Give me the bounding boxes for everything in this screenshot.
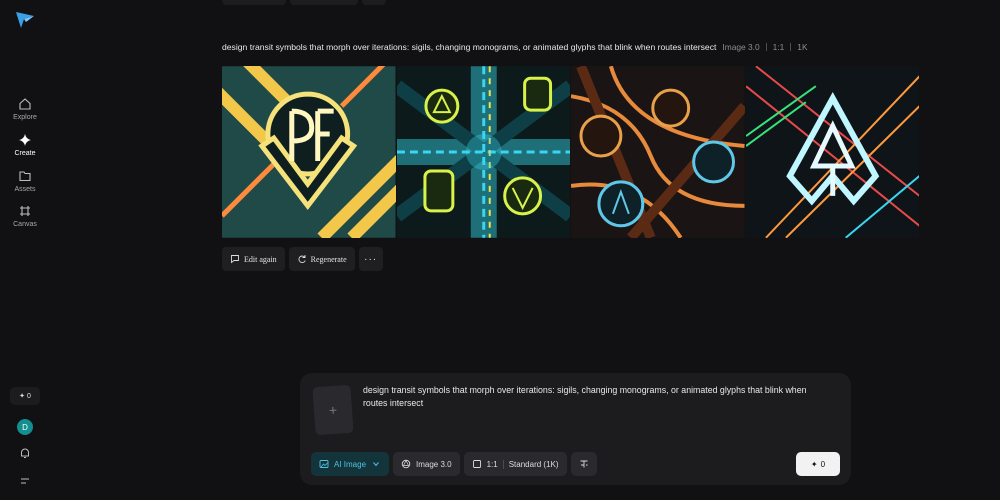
image-icon <box>319 460 329 468</box>
composer-toolbar: AI Image Image 3.0 1:1 Standard (1K) <box>311 452 597 476</box>
generation-resolution: 1K <box>797 42 808 52</box>
generated-images <box>222 66 919 238</box>
cyan-emblem-image <box>745 66 919 238</box>
generation-prompt: design transit symbols that morph over i… <box>222 42 717 52</box>
regenerate-button[interactable]: Regenerate <box>288 247 355 271</box>
generated-image-3[interactable] <box>571 66 745 238</box>
sidebar-item-label: Assets <box>14 186 36 193</box>
sparkle-icon: ✦ <box>810 459 818 469</box>
generation-header: design transit symbols that morph over i… <box>222 42 922 52</box>
generation-actions: Edit again Regenerate ··· <box>222 247 383 271</box>
sidebar-item-label: Create <box>14 150 36 157</box>
prompt-composer: + design transit symbols that morph over… <box>300 373 851 485</box>
sidebar-item-label: Canvas <box>13 221 37 228</box>
generated-image-4[interactable] <box>745 66 919 238</box>
previous-edit-button[interactable] <box>222 0 286 5</box>
quality-label: Standard (1K) <box>508 459 559 469</box>
previous-regenerate-button[interactable] <box>290 0 358 5</box>
mode-label: AI Image <box>334 459 367 469</box>
app: Explore Create Assets Canvas ✦ 0 D desig… <box>0 0 1000 500</box>
glyph-tiles-image <box>571 66 745 238</box>
sidebar: Explore Create Assets Canvas ✦ 0 D <box>0 0 50 500</box>
model-select[interactable]: Image 3.0 <box>393 452 460 476</box>
sidebar-item-canvas[interactable]: Canvas <box>0 204 50 228</box>
brand-logo-icon[interactable] <box>14 10 36 30</box>
sparkle-icon: ✦ <box>19 393 25 400</box>
text-style-button[interactable] <box>570 452 597 476</box>
mode-select[interactable]: AI Image <box>311 452 390 476</box>
home-icon <box>19 98 31 110</box>
regenerate-label: Regenerate <box>310 254 347 264</box>
ratio-label: 1:1 <box>486 459 498 469</box>
previous-more-button[interactable] <box>362 0 386 5</box>
divider <box>790 43 792 51</box>
more-options-button[interactable]: ··· <box>358 247 383 271</box>
prompt-input[interactable]: design transit symbols that morph over i… <box>363 384 833 410</box>
square-icon <box>472 460 481 468</box>
avatar[interactable]: D <box>17 419 33 435</box>
aspect-quality-select[interactable]: 1:1 Standard (1K) <box>463 452 567 476</box>
edit-again-label: Edit again <box>244 254 277 264</box>
edit-again-button[interactable]: Edit again <box>222 247 285 271</box>
text-format-icon <box>580 460 588 468</box>
menu-icon[interactable] <box>18 474 32 488</box>
generated-image-2[interactable] <box>396 66 570 238</box>
sidebar-item-explore[interactable]: Explore <box>0 97 50 121</box>
divider <box>502 459 504 469</box>
chevron-down-icon <box>373 462 379 467</box>
credits-badge[interactable]: ✦ 0 <box>10 387 40 405</box>
generate-cost: 0 <box>820 459 826 469</box>
sparkle-icon <box>19 134 31 146</box>
model-label: Image 3.0 <box>416 459 452 469</box>
divider <box>765 43 767 51</box>
sidebar-item-assets[interactable]: Assets <box>0 169 50 193</box>
credits-count: 0 <box>26 392 31 400</box>
sidebar-item-create[interactable]: Create <box>0 133 50 157</box>
canvas-icon <box>20 206 30 216</box>
generation-model: Image 3.0 <box>722 42 760 52</box>
bell-icon[interactable] <box>18 446 32 460</box>
sidebar-item-label: Explore <box>13 114 37 121</box>
edit-icon <box>231 255 239 264</box>
generation-ratio: 1:1 <box>772 42 785 52</box>
monogram-image <box>222 66 396 238</box>
generate-button[interactable]: ✦ 0 <box>796 452 840 476</box>
generated-image-1[interactable] <box>222 66 396 238</box>
refresh-icon <box>298 255 306 264</box>
model-icon <box>401 459 411 469</box>
folder-icon <box>19 171 31 182</box>
neon-intersection-image <box>396 66 570 238</box>
upload-reference-button[interactable]: + <box>312 384 354 436</box>
